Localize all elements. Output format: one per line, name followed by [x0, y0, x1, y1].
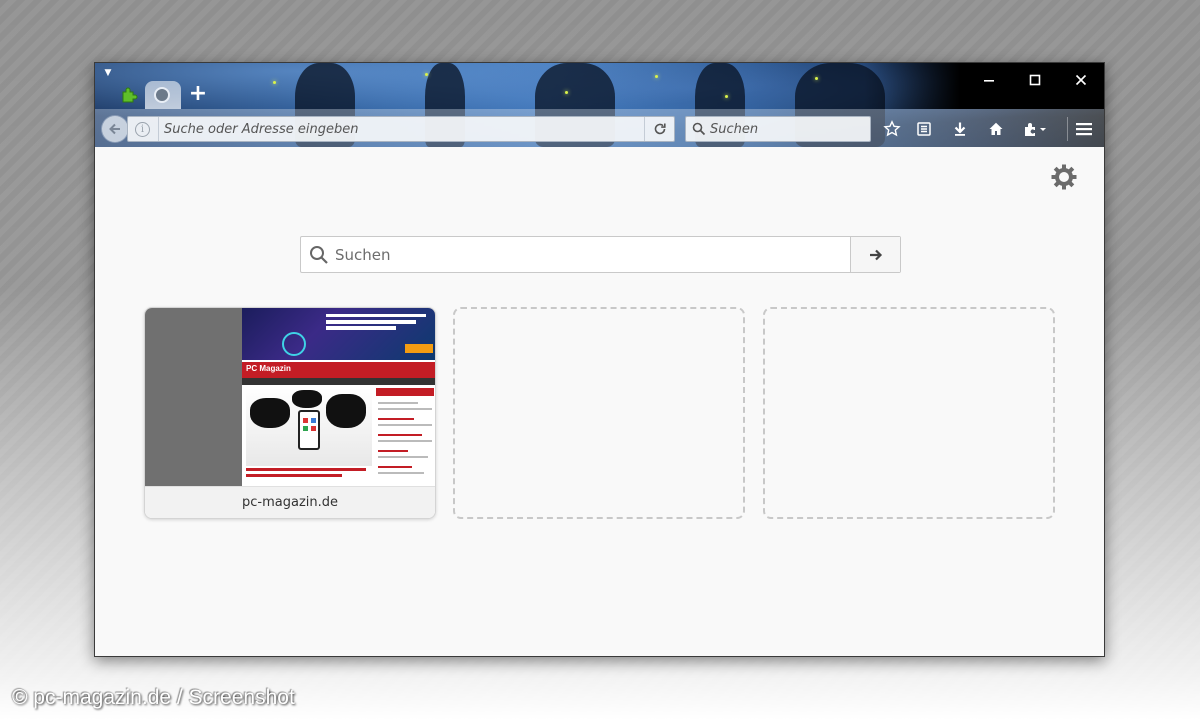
url-input[interactable]: [164, 117, 634, 141]
download-icon[interactable]: [945, 116, 975, 142]
search-icon: [692, 122, 706, 136]
search-icon: [310, 246, 328, 264]
back-button[interactable]: [101, 115, 129, 143]
top-site-tile[interactable]: PC Magazin pc-magazin.de: [144, 307, 436, 519]
newtab-search-box[interactable]: [300, 236, 901, 273]
url-bar[interactable]: i: [127, 116, 675, 142]
title-bar: + ▼ i: [95, 63, 1104, 147]
tile-caption: pc-magazin.de: [145, 486, 435, 518]
watermark-text: © pc-magazin.de / Screenshot: [12, 686, 295, 709]
new-tab-button[interactable]: +: [187, 83, 209, 105]
minimize-button[interactable]: [969, 67, 1009, 93]
toolbar-search-input[interactable]: [710, 117, 866, 141]
search-submit-button[interactable]: [850, 237, 900, 272]
empty-tile-slot[interactable]: [763, 307, 1055, 519]
navigation-toolbar: i: [95, 109, 1104, 147]
site-logo: PC Magazin: [246, 364, 291, 373]
toolbar-search-bar[interactable]: [685, 116, 871, 142]
newtab-search-input[interactable]: [335, 237, 845, 272]
globe-icon: [154, 87, 170, 103]
arrow-right-icon: [869, 249, 882, 260]
browser-window: + ▼ i Suche oder Adresse eingeben Suchen…: [94, 62, 1105, 657]
settings-gear-icon[interactable]: [1050, 163, 1078, 191]
info-icon[interactable]: i: [135, 122, 150, 137]
addon-menu-icon[interactable]: [1017, 116, 1053, 142]
bookmark-star-icon[interactable]: [877, 116, 907, 142]
tab-list-dropdown-icon[interactable]: ▼: [95, 63, 121, 83]
hamburger-menu-icon[interactable]: [1069, 116, 1099, 142]
puzzle-extension-icon[interactable]: [119, 85, 139, 105]
site-thumbnail: PC Magazin: [145, 308, 435, 486]
empty-tile-slot[interactable]: [453, 307, 745, 519]
bookmarks-list-icon[interactable]: [909, 116, 939, 142]
maximize-button[interactable]: [1015, 67, 1055, 93]
home-icon[interactable]: [981, 116, 1011, 142]
reload-icon[interactable]: [645, 117, 675, 141]
active-tab[interactable]: [145, 81, 181, 109]
close-button[interactable]: [1061, 67, 1101, 93]
